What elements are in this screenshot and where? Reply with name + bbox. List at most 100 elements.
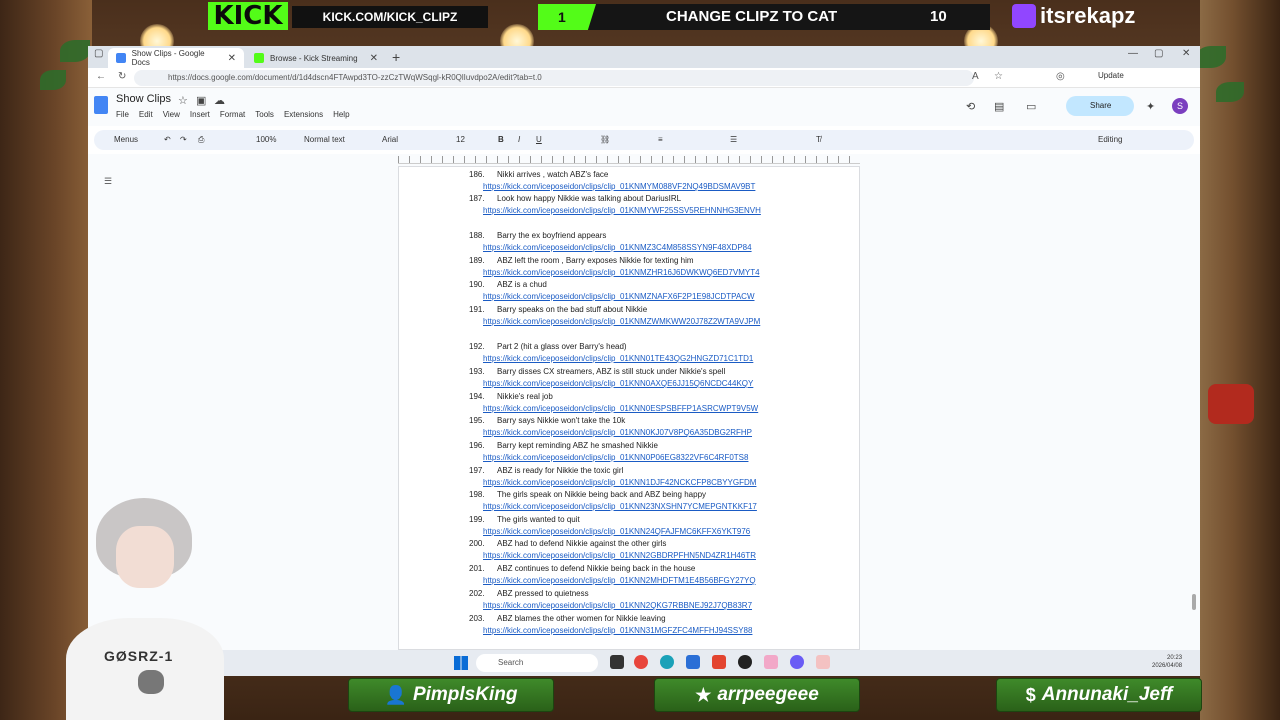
clip-link[interactable]: https://kick.com/iceposeidon/clips/clip_… xyxy=(483,379,813,388)
scrollbar[interactable] xyxy=(1192,594,1196,610)
kick-logo: KICK xyxy=(208,2,288,30)
item-title: Barry disses CX streamers, ABZ is still … xyxy=(497,367,726,376)
font-select[interactable]: Arial xyxy=(382,135,398,144)
align-icon[interactable]: ≡ xyxy=(658,135,663,144)
tab-show-clips[interactable]: Show Clips - Google Docs ✕ xyxy=(108,48,244,68)
windows-start-icon[interactable] xyxy=(454,656,468,670)
menu-format[interactable]: Format xyxy=(220,110,245,119)
account-avatar[interactable]: S xyxy=(1172,98,1188,114)
item-number: 198. xyxy=(469,490,485,499)
star-icon[interactable]: ☆ xyxy=(178,94,188,107)
font-size-input[interactable]: 12 xyxy=(456,135,465,144)
document-title[interactable]: Show Clips xyxy=(116,93,171,105)
clip-link[interactable]: https://kick.com/iceposeidon/clips/clip_… xyxy=(483,502,813,511)
gemini-icon[interactable]: ✦ xyxy=(1146,100,1155,113)
taskbar-search[interactable]: Search xyxy=(476,654,598,672)
app-icon[interactable] xyxy=(764,655,778,669)
extensions-icon[interactable]: ◎ xyxy=(1056,71,1065,82)
menu-edit[interactable]: Edit xyxy=(139,110,153,119)
move-folder-icon[interactable]: ▣ xyxy=(196,94,206,107)
store-icon[interactable] xyxy=(686,655,700,669)
clip-link[interactable]: https://kick.com/iceposeidon/clips/clip_… xyxy=(483,551,813,560)
update-button[interactable]: Update xyxy=(1098,71,1124,80)
clip-link[interactable]: https://kick.com/iceposeidon/clips/clip_… xyxy=(483,268,813,277)
italic-button[interactable]: I xyxy=(518,135,520,144)
new-tab-button[interactable]: + xyxy=(392,49,400,65)
plant-leaf xyxy=(60,40,90,62)
clip-link[interactable]: https://kick.com/iceposeidon/clips/clip_… xyxy=(483,428,813,437)
clip-link[interactable]: https://kick.com/iceposeidon/clips/clip_… xyxy=(483,243,813,252)
brave-icon[interactable] xyxy=(712,655,726,669)
menu-insert[interactable]: Insert xyxy=(190,110,210,119)
system-clock[interactable]: 20:23 2026/04/08 xyxy=(1152,654,1182,670)
bookmark-star-icon[interactable]: ☆ xyxy=(994,71,1003,82)
list-icon[interactable]: ☰ xyxy=(730,135,737,144)
chrome-icon[interactable] xyxy=(634,655,648,669)
clip-link[interactable]: https://kick.com/iceposeidon/clips/clip_… xyxy=(483,354,813,363)
menu-file[interactable]: File xyxy=(116,110,129,119)
item-title: ABZ pressed to quietness xyxy=(497,589,589,598)
address-bar-row: ← ↻ https://docs.google.com/document/d/1… xyxy=(88,68,1200,88)
avatar-shirt-text: GØSRZ-1 xyxy=(104,648,174,664)
menu-view[interactable]: View xyxy=(163,110,180,119)
tab-kick-browse[interactable]: Browse - Kick Streaming ✕ xyxy=(246,48,386,68)
task-view-icon[interactable] xyxy=(610,655,624,669)
link-icon[interactable]: ⛓ xyxy=(600,135,610,144)
supporter-name: arrpeegeee xyxy=(717,684,819,705)
clip-link[interactable]: https://kick.com/iceposeidon/clips/clip_… xyxy=(483,206,813,215)
menu-help[interactable]: Help xyxy=(333,110,349,119)
google-docs-logo[interactable] xyxy=(94,96,108,114)
menu-tools[interactable]: Tools xyxy=(255,110,274,119)
clear-format-icon[interactable]: T̸ xyxy=(816,135,821,144)
clip-link[interactable]: https://kick.com/iceposeidon/clips/clip_… xyxy=(483,292,813,301)
supporter-label: 👤 PimplsKing xyxy=(348,678,554,712)
underline-button[interactable]: U xyxy=(536,135,542,144)
edge-icon[interactable] xyxy=(660,655,674,669)
close-icon[interactable]: ✕ xyxy=(370,53,378,64)
item-title: Barry says Nikkie won't take the 10k xyxy=(497,416,626,425)
menu-extensions[interactable]: Extensions xyxy=(284,110,323,119)
back-icon[interactable]: ← xyxy=(96,71,106,82)
history-icon[interactable]: ⟲ xyxy=(966,100,975,113)
star-icon: ★ xyxy=(695,685,712,705)
editing-mode-select[interactable]: Editing xyxy=(1098,135,1122,144)
comments-icon[interactable]: ▤ xyxy=(994,100,1004,113)
close-icon[interactable]: ✕ xyxy=(228,53,236,64)
docs-taskbar-icon[interactable] xyxy=(816,655,830,669)
clip-link[interactable]: https://kick.com/iceposeidon/clips/clip_… xyxy=(483,453,813,462)
clip-link[interactable]: https://kick.com/iceposeidon/clips/clip_… xyxy=(483,576,813,585)
document-page[interactable]: 186. Nikki arrives , watch ABZ's face ht… xyxy=(398,166,860,650)
zoom-select[interactable]: 100% xyxy=(256,135,276,144)
meet-icon[interactable]: ▭ xyxy=(1026,100,1036,113)
minimize-icon[interactable]: — xyxy=(1128,48,1138,59)
item-title: ABZ left the room , Barry exposes Nikkie… xyxy=(497,256,694,265)
clip-link[interactable]: https://kick.com/iceposeidon/clips/clip_… xyxy=(483,317,813,326)
sub-goal-bar: 1 CHANGE CLIPZ TO CAT 10 xyxy=(538,4,990,30)
print-icon[interactable]: ⎙ xyxy=(198,135,204,145)
close-window-icon[interactable]: ✕ xyxy=(1182,48,1190,59)
undo-icon[interactable]: ↶ xyxy=(164,135,171,144)
menus-search[interactable]: Menus xyxy=(114,135,138,144)
item-title: Barry speaks on the bad stuff about Nikk… xyxy=(497,305,648,314)
redo-icon[interactable]: ↷ xyxy=(180,135,187,144)
reload-icon[interactable]: ↻ xyxy=(118,71,126,82)
clip-link[interactable]: https://kick.com/iceposeidon/clips/clip_… xyxy=(483,478,813,487)
browser-window: ▢ Show Clips - Google Docs ✕ Browse - Ki… xyxy=(88,46,1200,650)
clip-link[interactable]: https://kick.com/iceposeidon/clips/clip_… xyxy=(483,182,813,191)
clip-link[interactable]: https://kick.com/iceposeidon/clips/clip_… xyxy=(483,626,813,635)
obs-icon[interactable] xyxy=(738,655,752,669)
tab-search-icon[interactable]: ▢ xyxy=(94,48,103,59)
item-number: 190. xyxy=(469,280,485,289)
bold-button[interactable]: B xyxy=(498,135,504,144)
discord-icon[interactable] xyxy=(790,655,804,669)
maximize-icon[interactable]: ▢ xyxy=(1154,48,1163,59)
share-button[interactable]: Share xyxy=(1066,96,1134,116)
style-select[interactable]: Normal text xyxy=(304,135,345,144)
clip-link[interactable]: https://kick.com/iceposeidon/clips/clip_… xyxy=(483,404,813,413)
clip-link[interactable]: https://kick.com/iceposeidon/clips/clip_… xyxy=(483,527,813,536)
item-title: ABZ is ready for Nikkie the toxic girl xyxy=(497,466,624,475)
address-bar[interactable]: https://docs.google.com/document/d/1d4ds… xyxy=(134,70,974,86)
document-outline-icon[interactable]: ☰ xyxy=(104,176,112,187)
translate-icon[interactable]: A xyxy=(972,71,979,82)
clip-link[interactable]: https://kick.com/iceposeidon/clips/clip_… xyxy=(483,601,813,610)
